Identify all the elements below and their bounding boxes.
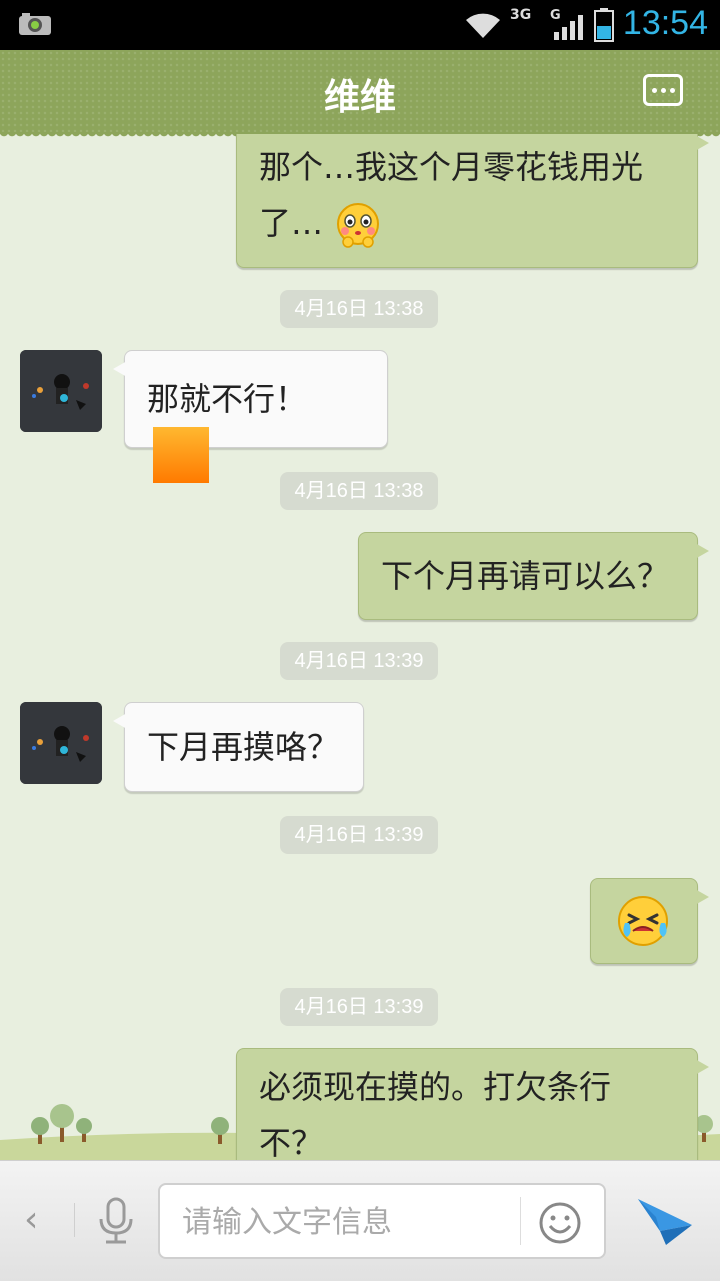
more-options-button[interactable]	[643, 74, 683, 106]
crying-face-emoji	[618, 896, 668, 946]
message-text-fragment: 了…	[259, 204, 324, 242]
message-input-bar: ‹	[0, 1160, 720, 1281]
outgoing-message[interactable]	[590, 878, 709, 964]
signal-strength-icon	[554, 15, 583, 40]
message-text-line: 那个…我这个月零花钱用光	[259, 148, 644, 186]
dot-icon	[669, 87, 675, 93]
message-text: 那就不行！	[147, 380, 308, 418]
message-text-line: 必须现在摸的。打欠条行	[259, 1068, 612, 1106]
battery-icon	[594, 8, 614, 42]
avatar-illustration-icon	[20, 350, 102, 432]
emoji-picker-icon[interactable]	[538, 1201, 582, 1245]
orange-square-emoji	[153, 427, 209, 483]
outgoing-message[interactable]: 下个月再请可以么？	[358, 532, 709, 620]
worried-face-emoji	[337, 203, 380, 248]
message-text: 下个月再请可以么？	[381, 557, 670, 595]
camera-notification-icon	[19, 13, 51, 35]
message-timestamp: 4月16日 13:38	[280, 472, 438, 510]
message-input[interactable]	[180, 1195, 514, 1249]
contact-name-title: 维维	[323, 77, 396, 118]
divider	[74, 1203, 75, 1237]
message-timestamp: 4月16日 13:39	[280, 642, 438, 680]
chat-header: 维维	[0, 50, 720, 140]
contact-avatar[interactable]	[20, 702, 102, 784]
outgoing-message[interactable]: 那个…我这个月零花钱用光 了…	[236, 134, 709, 268]
divider	[520, 1197, 521, 1245]
network-type-label: 3G	[510, 7, 532, 23]
message-timestamp: 4月16日 13:39	[280, 988, 438, 1026]
status-time: 13:54	[622, 4, 708, 42]
outgoing-message[interactable]: 必须现在摸的。打欠条行 不？	[236, 1048, 709, 1160]
message-text-line: 不？	[259, 1124, 324, 1160]
microphone-icon[interactable]	[96, 1197, 136, 1245]
status-bar: 3G G 13:54	[0, 0, 720, 50]
message-text: 下月再摸咯？	[147, 728, 340, 766]
message-text-line: 了…	[259, 195, 675, 251]
message-list[interactable]: 那个…我这个月零花钱用光 了… 4月16日 13:38 那就不行！ 4月16日 …	[0, 134, 720, 1160]
incoming-message[interactable]: 那就不行！	[113, 350, 388, 483]
send-icon[interactable]	[636, 1195, 694, 1247]
dot-icon	[651, 87, 657, 93]
contact-avatar[interactable]	[20, 350, 102, 432]
wifi-icon	[466, 13, 500, 38]
collapse-toolbar-button[interactable]: ‹	[24, 1199, 38, 1240]
avatar-illustration-icon	[20, 702, 102, 784]
incoming-message[interactable]: 下月再摸咯？	[113, 702, 364, 792]
dot-icon	[660, 87, 666, 93]
message-input-container	[158, 1183, 606, 1259]
message-timestamp: 4月16日 13:39	[280, 816, 438, 854]
message-timestamp: 4月16日 13:38	[280, 290, 438, 328]
